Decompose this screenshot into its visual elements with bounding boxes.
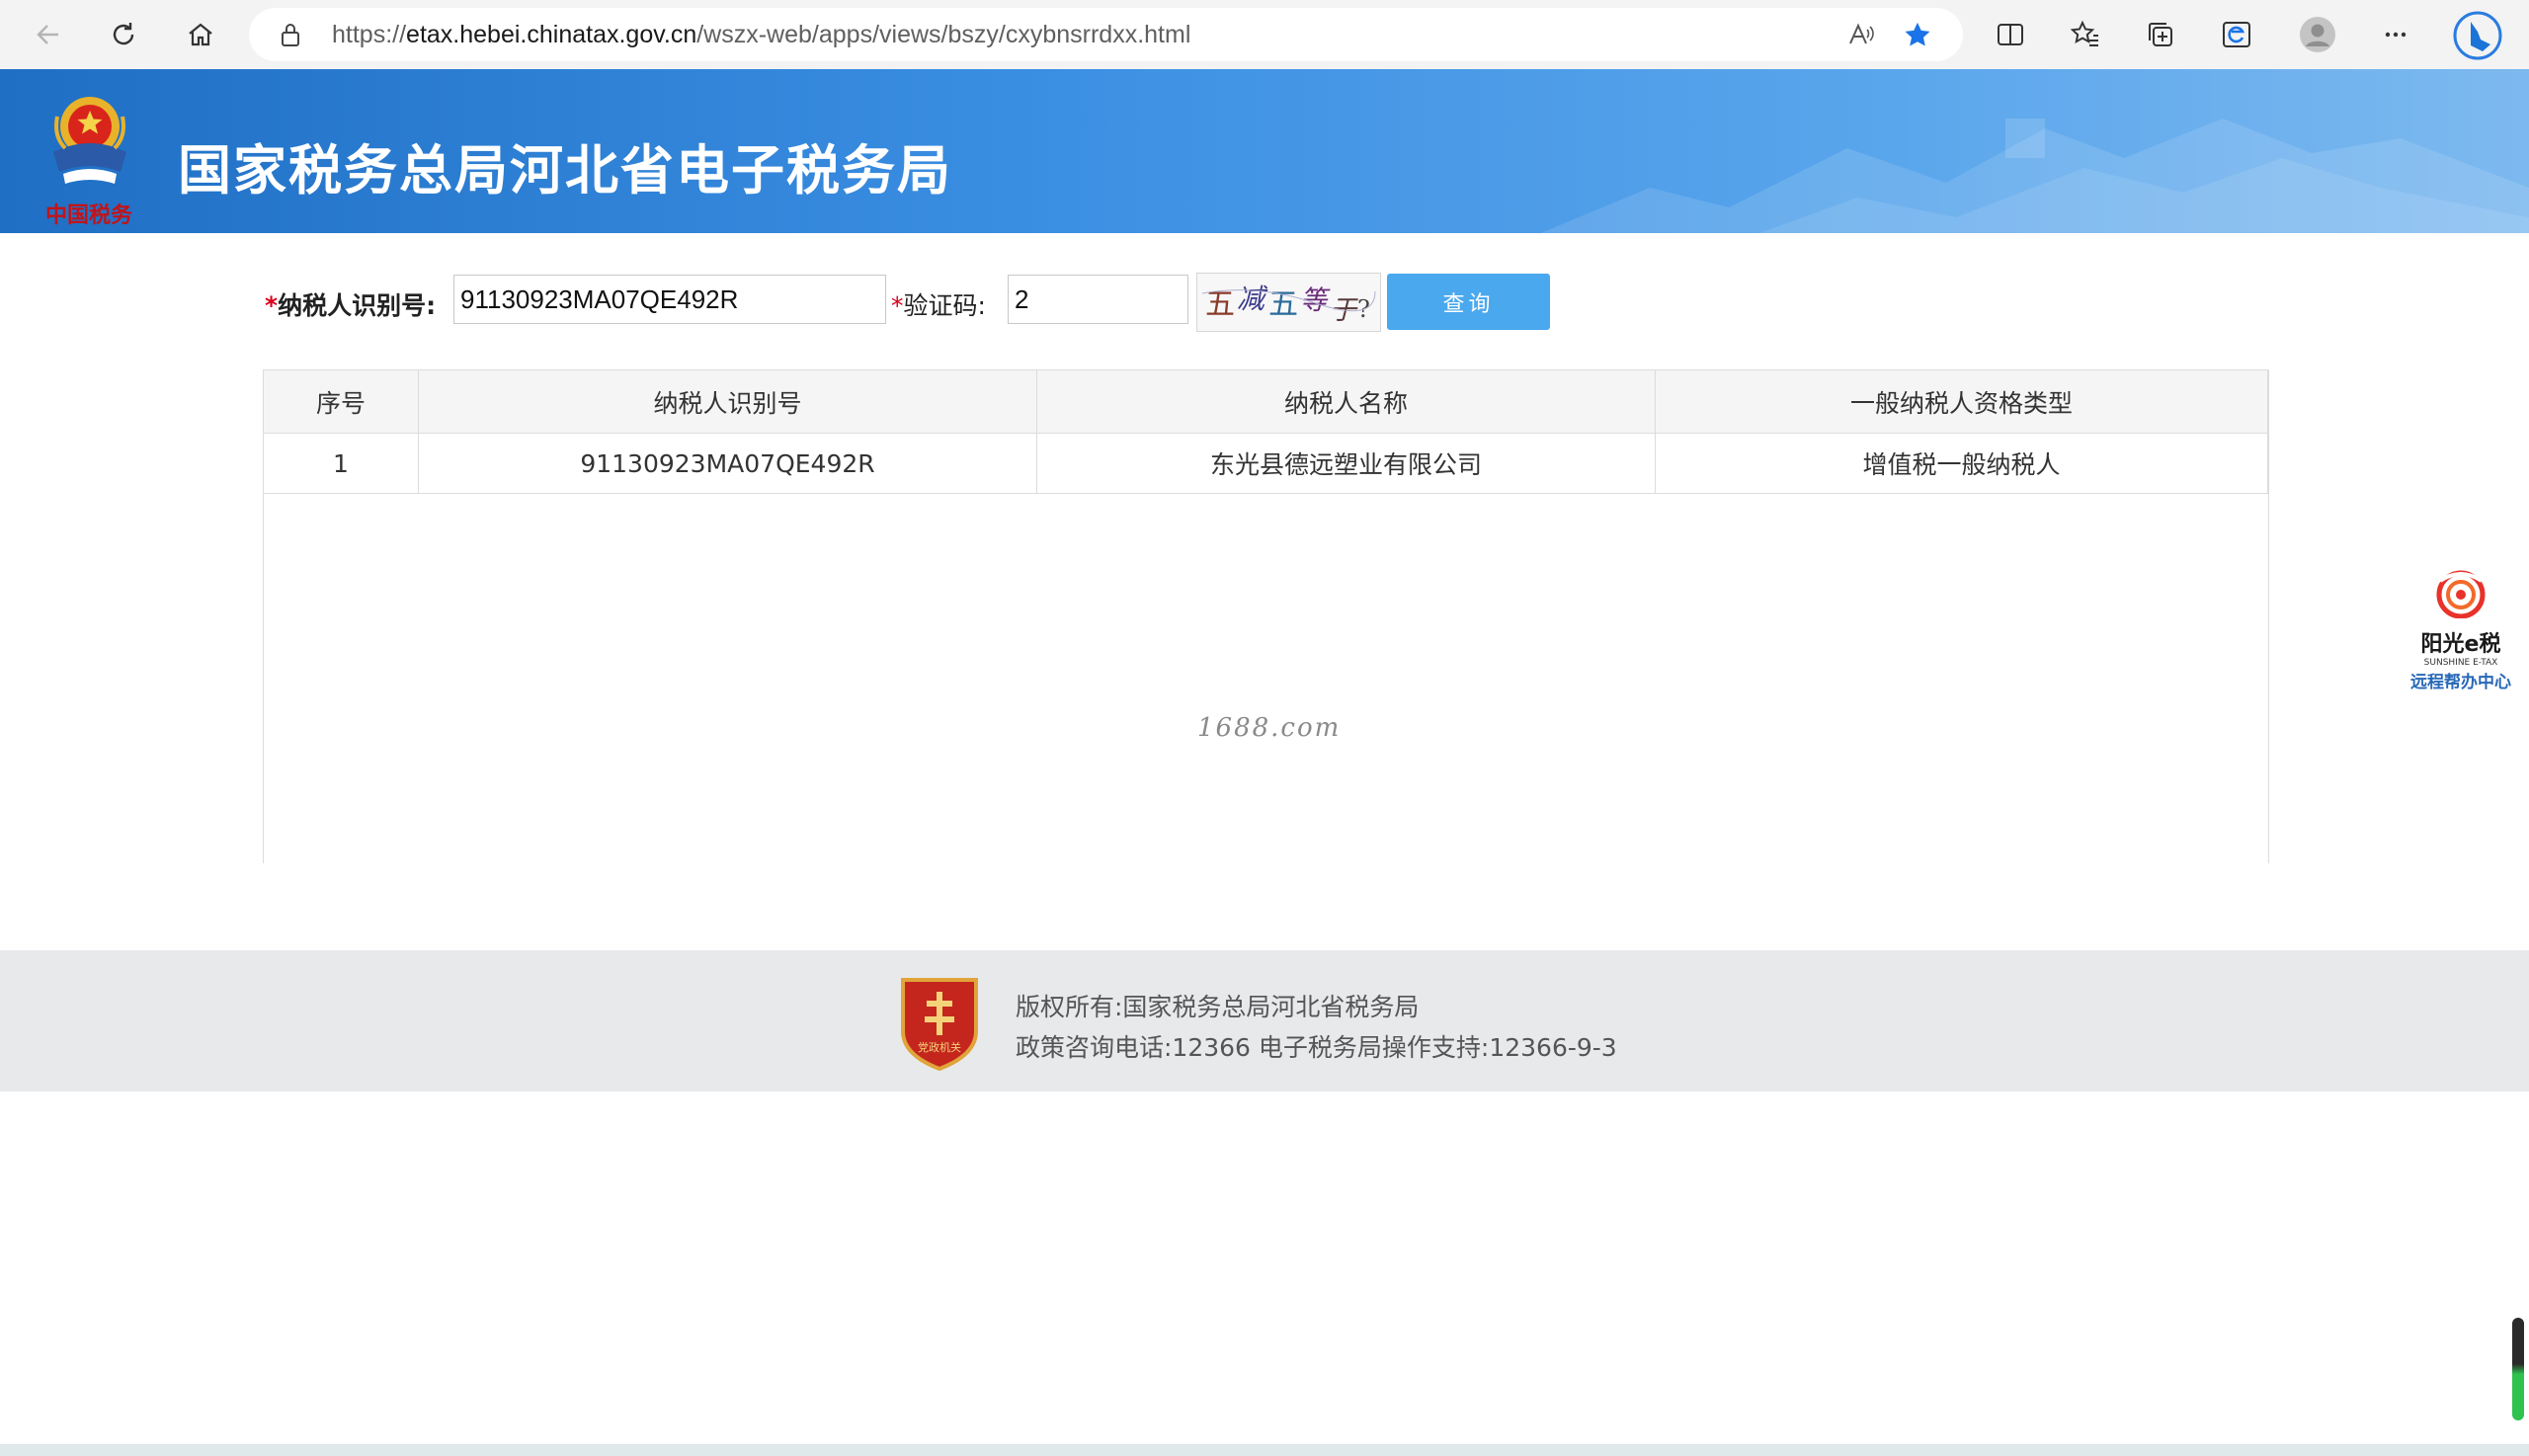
bottom-status-strip [0,1444,2529,1456]
back-button[interactable] [28,14,69,55]
column-header-qualification-type: 一般纳税人资格类型 [1655,369,2268,434]
home-icon [189,23,212,46]
more-dots-icon [2385,32,2407,38]
footer-contact: 政策咨询电话:12366 电子税务局操作支持:12366-9-3 [1016,1033,1617,1062]
ie-mode-button[interactable] [2218,16,2255,53]
profile-button[interactable] [2299,16,2336,53]
read-aloud-icon [1849,23,1874,44]
badge-caption: 党政机关 [918,1040,961,1054]
cell-qualification-type: 增值税一般纳税人 [1655,433,2268,494]
favorites-list-icon [2070,20,2098,46]
read-aloud-button[interactable] [1846,20,1876,49]
favorites-button[interactable] [2067,16,2104,53]
home-button[interactable] [180,14,221,55]
site-title: 国家税务总局河北省电子税务局 [178,139,952,202]
svg-text:等: 等 [1300,285,1331,316]
split-screen-button[interactable] [1992,16,2029,53]
tax-emblem-logo [53,97,126,184]
table-row: 1 91130923MA07QE492R 东光县德远塑业有限公司 增值税一般纳税… [263,433,2268,494]
lock-icon [282,24,299,46]
favorite-button[interactable] [1903,20,1932,49]
refresh-icon [113,23,134,45]
widget-subtitle: 远程帮办中心 [2410,673,2511,692]
sunshine-etax-logo-icon [2436,570,2486,619]
column-header-taxpayer-id: 纳税人识别号 [418,369,1037,434]
url-text: https://etax.hebei.chinatax.gov.cn/wszx-… [332,21,1191,48]
watermark-text: 1688.com [1197,713,1342,743]
gov-agency-badge-icon[interactable]: 党政机关 [897,974,982,1071]
page-footer: 党政机关 版权所有:国家税务总局河北省税务局 政策咨询电话:12366 电子税务… [0,950,2529,1092]
results-table: 序号 纳税人识别号 纳税人名称 一般纳税人资格类型 1 91130923MA07… [263,369,2268,494]
remote-help-widget[interactable]: 阳光e税 SUNSHINE E-TAX 远程帮办中心 [2407,567,2515,692]
bing-icon [2453,11,2502,60]
split-screen-icon [1998,24,2023,45]
column-header-index: 序号 [263,369,419,434]
address-bar[interactable]: https://etax.hebei.chinatax.gov.cn/wszx-… [249,8,1963,61]
more-menu-button[interactable] [2377,16,2414,53]
cell-taxpayer-id: 91130923MA07QE492R [418,433,1037,494]
refresh-button[interactable] [103,14,144,55]
great-wall-background [1540,119,2529,233]
collections-button[interactable] [2142,16,2179,53]
page-scrollbar-thumb[interactable] [2512,1318,2524,1420]
captcha-graphic: 五 减 五 等 于 ? [1201,283,1376,326]
browser-toolbar: https://etax.hebei.chinatax.gov.cn/wszx-… [0,0,2529,70]
site-header-banner: 中国税务 国家税务总局河北省电子税务局 [0,69,2529,233]
captcha-input[interactable] [1008,275,1188,324]
collections-icon [2149,23,2172,46]
footer-copyright: 版权所有:国家税务总局河北省税务局 [1016,993,1420,1021]
captcha-label: *验证码: [891,291,986,320]
bing-copilot-button[interactable] [2452,10,2503,61]
column-header-taxpayer-name: 纳税人名称 [1036,369,1656,434]
widget-title: 阳光e税 [2420,632,2501,657]
cell-index: 1 [263,433,419,494]
star-filled-icon [1905,22,1930,46]
avatar-icon [2300,17,2335,52]
captcha-image[interactable]: 五 减 五 等 于 ? [1196,273,1381,332]
cell-taxpayer-name: 东光县德远塑业有限公司 [1036,433,1656,494]
widget-english: SUNSHINE E-TAX [2423,658,2498,668]
table-header-row: 序号 纳税人识别号 纳税人名称 一般纳税人资格类型 [263,369,2268,434]
taxpayer-id-label: *纳税人识别号: [265,291,437,320]
back-arrow-icon [37,25,58,44]
taxpayer-id-input[interactable] [453,275,886,324]
query-button[interactable]: 查询 [1387,274,1550,330]
svg-text:减: 减 [1237,283,1268,315]
ie-mode-icon [2223,22,2250,47]
emblem-caption: 中国税务 [45,202,133,228]
